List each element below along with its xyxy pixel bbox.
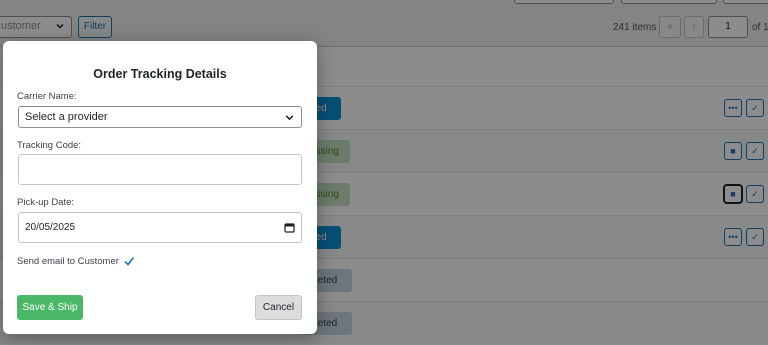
send-email-label: Send email to Customer [17,255,119,267]
carrier-select[interactable]: Select a provider [18,106,302,128]
save-and-ship-button[interactable]: Save & Ship [17,295,83,320]
carrier-label: Carrier Name: [17,91,77,102]
cancel-button[interactable]: Cancel [255,295,302,320]
tracking-label: Tracking Code: [17,140,82,151]
order-tracking-modal: Order Tracking Details Carrier Name: Sel… [3,41,317,334]
pickup-label: Pick-up Date: [17,197,75,208]
pickup-date-value: 20/05/2025 [25,222,76,233]
calendar-icon[interactable] [284,222,295,233]
checkbox-checked-icon[interactable] [123,255,135,267]
send-email-row: Send email to Customer [17,254,135,268]
modal-title: Order Tracking Details [93,67,227,81]
carrier-select-value: Select a provider [25,111,108,123]
chevron-down-icon [285,115,294,121]
pickup-date-input[interactable]: 20/05/2025 [18,212,302,243]
tracking-code-input[interactable] [18,154,302,185]
